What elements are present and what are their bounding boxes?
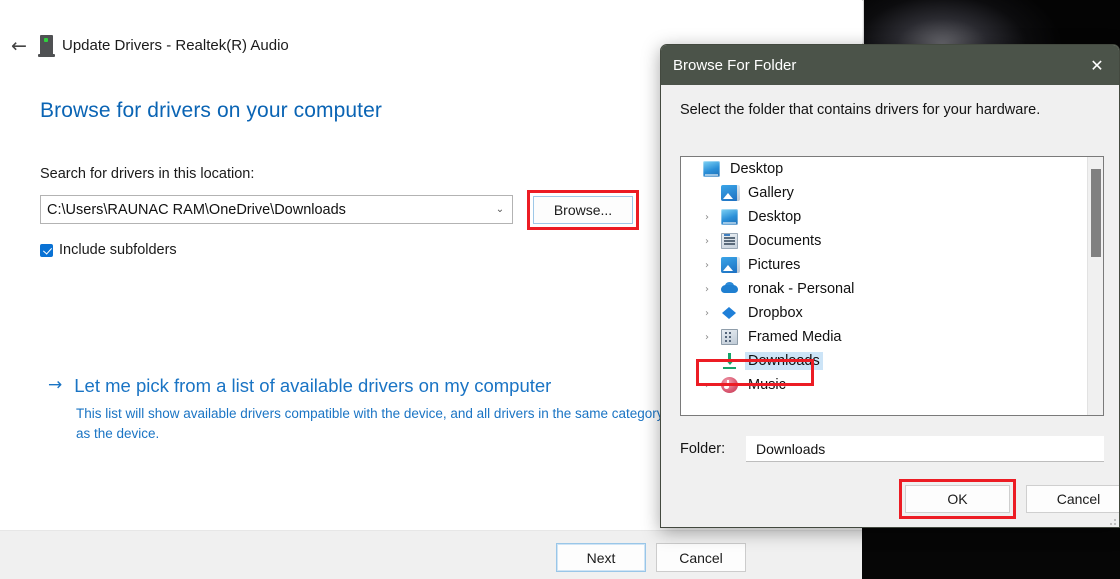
search-location-combobox[interactable]: C:\Users\RAUNAC RAM\OneDrive\Downloads ⌄ bbox=[40, 195, 513, 224]
tree-item-label: Downloads bbox=[745, 352, 823, 370]
include-subfolders-label: Include subfolders bbox=[59, 242, 177, 258]
building-icon bbox=[721, 329, 738, 345]
tree-item-label: Dropbox bbox=[748, 305, 803, 321]
tree-item-label: Documents bbox=[748, 233, 822, 249]
folder-tree-list: Desktop Gallery › Desktop › Documents › Picture… bbox=[681, 157, 1087, 397]
tree-item[interactable]: › Music bbox=[681, 373, 1087, 397]
chevron-right-icon[interactable]: › bbox=[705, 284, 721, 295]
include-subfolders-checkbox[interactable] bbox=[40, 243, 53, 257]
folder-tree[interactable]: Desktop Gallery › Desktop › Documents › Picture… bbox=[680, 156, 1104, 416]
chevron-down-icon[interactable]: ⌄ bbox=[488, 204, 512, 215]
browse-button[interactable]: Browse... bbox=[533, 196, 633, 224]
onedrive-icon bbox=[721, 281, 738, 297]
search-location-value: C:\Users\RAUNAC RAM\OneDrive\Downloads bbox=[47, 201, 346, 218]
folder-label: Folder: bbox=[680, 441, 726, 457]
device-icon bbox=[38, 35, 55, 57]
ok-button[interactable]: OK bbox=[905, 485, 1010, 513]
next-button[interactable]: Next bbox=[556, 543, 646, 572]
desktop-wallpaper-bottom bbox=[862, 528, 1120, 579]
chevron-right-icon[interactable]: › bbox=[705, 212, 721, 223]
tree-item-label: Desktop bbox=[748, 209, 802, 225]
back-button[interactable]: ← bbox=[6, 33, 32, 59]
chevron-right-icon[interactable]: › bbox=[705, 236, 721, 247]
window-title-row: Update Drivers - Realtek(R) Audio bbox=[38, 35, 289, 57]
gallery-icon bbox=[721, 185, 740, 201]
tree-item[interactable]: › Documents bbox=[681, 229, 1087, 253]
tree-scrollbar[interactable] bbox=[1087, 157, 1103, 415]
chevron-right-icon[interactable]: › bbox=[705, 380, 721, 391]
dropbox-icon bbox=[721, 305, 738, 321]
tree-item-label: Framed Media bbox=[748, 329, 842, 345]
dialog-title: Browse For Folder bbox=[673, 56, 797, 74]
include-subfolders-row[interactable]: Include subfolders bbox=[40, 242, 177, 258]
chevron-right-icon[interactable]: › bbox=[705, 260, 721, 271]
resize-grip-icon[interactable] bbox=[1106, 515, 1116, 525]
download-icon bbox=[721, 353, 738, 369]
chevron-right-icon[interactable]: › bbox=[705, 332, 721, 343]
cancel-button[interactable]: Cancel bbox=[656, 543, 746, 572]
tree-item[interactable]: › Framed Media bbox=[681, 325, 1087, 349]
chevron-right-icon[interactable]: › bbox=[705, 308, 721, 319]
dialog-cancel-button[interactable]: Cancel bbox=[1026, 485, 1119, 513]
search-location-label: Search for drivers in this location: bbox=[40, 166, 255, 182]
pictures-icon bbox=[721, 257, 740, 273]
tree-scrollbar-thumb[interactable] bbox=[1091, 169, 1101, 257]
tree-item[interactable]: Gallery bbox=[681, 181, 1087, 205]
tree-item-label: Music bbox=[748, 377, 786, 393]
tree-item[interactable]: Desktop bbox=[681, 157, 1087, 181]
monitor-icon bbox=[703, 161, 720, 177]
tree-item-label: Pictures bbox=[748, 257, 801, 273]
tree-item[interactable]: › Pictures bbox=[681, 253, 1087, 277]
folder-field-row: Folder: Downloads bbox=[680, 434, 1104, 464]
pick-from-list-label: Let me pick from a list of available dri… bbox=[74, 375, 552, 396]
close-icon[interactable]: ✕ bbox=[1075, 45, 1119, 85]
screen: ✕ ← Update Drivers - Realtek(R) Audio Br… bbox=[0, 0, 1120, 579]
folder-input[interactable]: Downloads bbox=[746, 436, 1104, 462]
dialog-prompt: Select the folder that contains drivers … bbox=[680, 102, 1041, 118]
tree-item[interactable]: › Dropbox bbox=[681, 301, 1087, 325]
pick-from-list-link[interactable]: → Let me pick from a list of available d… bbox=[48, 375, 551, 397]
tree-item-label: Gallery bbox=[748, 185, 794, 201]
dialog-titlebar: Browse For Folder bbox=[661, 45, 1119, 85]
tree-item[interactable]: › ronak - Personal bbox=[681, 277, 1087, 301]
tree-item[interactable]: › Desktop bbox=[681, 205, 1087, 229]
browse-for-folder-dialog: Browse For Folder ✕ Select the folder th… bbox=[660, 44, 1120, 528]
music-icon bbox=[721, 377, 738, 393]
tree-item[interactable]: Downloads bbox=[681, 349, 1087, 373]
tree-item-label: ronak - Personal bbox=[748, 281, 855, 297]
pick-from-list-description: This list will show available drivers co… bbox=[76, 406, 664, 441]
monitor-icon bbox=[721, 209, 738, 225]
tree-item-label: Desktop bbox=[730, 161, 784, 177]
arrow-right-icon: → bbox=[48, 375, 63, 395]
page-title: Browse for drivers on your computer bbox=[40, 99, 382, 122]
documents-icon bbox=[721, 233, 738, 249]
window-title: Update Drivers - Realtek(R) Audio bbox=[62, 36, 289, 54]
